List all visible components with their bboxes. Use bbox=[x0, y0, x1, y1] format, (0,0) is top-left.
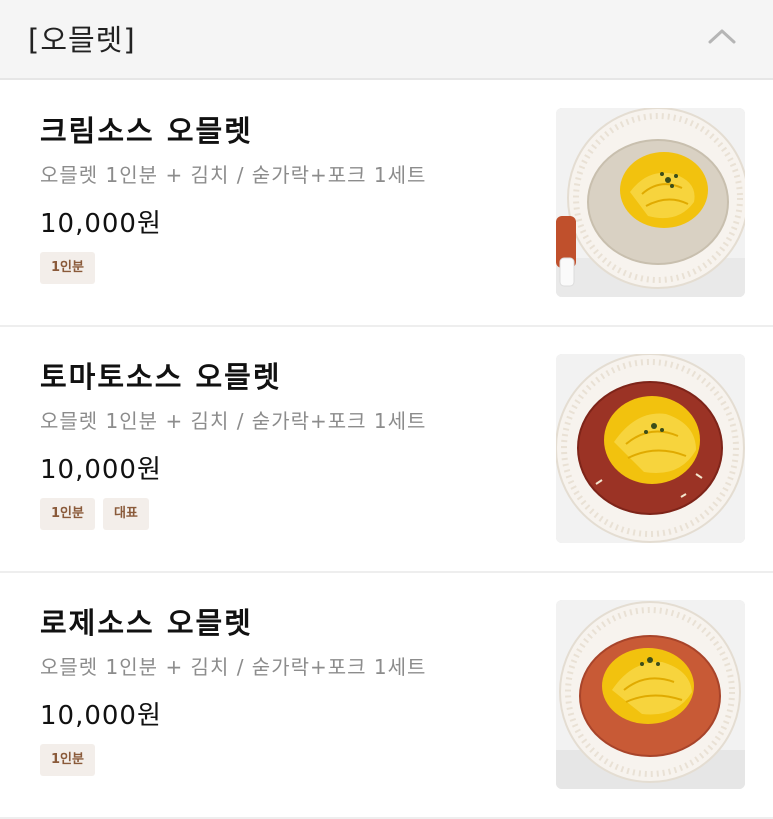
menu-item-title: 크림소스 오믈렛 bbox=[40, 114, 253, 148]
badge-list: 1인분 bbox=[40, 744, 95, 776]
menu-item-description: 오믈렛 1인분 + 김치 / 숟가락+포크 1세트 bbox=[40, 655, 427, 679]
menu-item-title: 토마토소스 오믈렛 bbox=[40, 360, 282, 394]
menu-item-price: 10,000원 bbox=[40, 209, 162, 239]
omelette-plate-image bbox=[556, 600, 745, 789]
menu-item-image[interactable] bbox=[556, 354, 745, 543]
badge-list: 1인분 대표 bbox=[40, 498, 149, 530]
menu-item-price: 10,000원 bbox=[40, 701, 162, 731]
menu-item-image[interactable] bbox=[556, 108, 745, 297]
menu-item-price: 10,000원 bbox=[40, 455, 162, 485]
menu-item-image[interactable] bbox=[556, 600, 745, 789]
portion-badge: 1인분 bbox=[40, 498, 95, 530]
menu-item[interactable]: 토마토소스 오믈렛 오믈렛 1인분 + 김치 / 숟가락+포크 1세트 10,0… bbox=[0, 328, 773, 573]
omelette-plate-image bbox=[556, 108, 745, 297]
category-title: [오믈렛] bbox=[28, 23, 136, 57]
menu-item-description: 오믈렛 1인분 + 김치 / 숟가락+포크 1세트 bbox=[40, 409, 427, 433]
menu-item-description: 오믈렛 1인분 + 김치 / 숟가락+포크 1세트 bbox=[40, 163, 427, 187]
badge-list: 1인분 bbox=[40, 252, 95, 284]
category-header[interactable]: [오믈렛] bbox=[0, 0, 773, 80]
menu-item[interactable]: 크림소스 오믈렛 오믈렛 1인분 + 김치 / 숟가락+포크 1세트 10,00… bbox=[0, 82, 773, 327]
omelette-plate-image bbox=[556, 354, 745, 543]
menu-item-title: 로제소스 오믈렛 bbox=[40, 606, 253, 640]
chevron-up-icon[interactable] bbox=[706, 26, 738, 46]
portion-badge: 1인분 bbox=[40, 744, 95, 776]
signature-badge: 대표 bbox=[102, 498, 149, 530]
menu-item[interactable]: 로제소스 오믈렛 오믈렛 1인분 + 김치 / 숟가락+포크 1세트 10,00… bbox=[0, 574, 773, 819]
portion-badge: 1인분 bbox=[40, 252, 95, 284]
